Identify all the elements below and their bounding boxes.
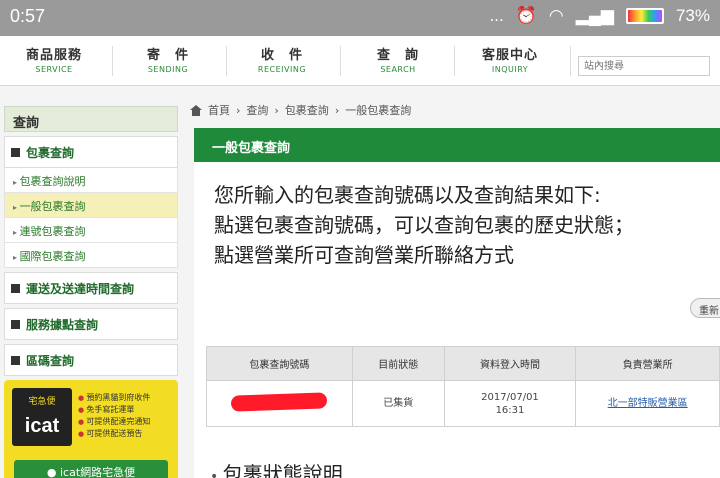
nav-sending-label: 寄 件 (146, 48, 189, 63)
col-login-time: 資料登入時間 (443, 346, 577, 381)
intro-text: 您所輸入的包裹查詢號碼以及查詢結果如下: 點選包裹查詢號碼，可以查詢包裹的歷史狀… (214, 180, 634, 270)
sidebar-group-label: 區碼查詢 (26, 353, 75, 368)
signal-icon: ▂▄▆ (575, 6, 614, 25)
sidebar-item-intl-query[interactable]: 國際包裹查詢 (4, 243, 178, 268)
office-cell: 北一部特販營業區 (575, 380, 720, 427)
nav-search-label: 查 詢 (376, 48, 419, 63)
sidebar-group-area-code[interactable]: 區碼查詢 (4, 344, 178, 376)
reset-button[interactable]: 重新 (690, 298, 720, 318)
intro-line: 點選包裹查詢號碼，可以查詢包裹的歷史狀態； (214, 213, 634, 237)
alarm-icon: ⏰ (515, 6, 537, 25)
logo-text: icat (24, 415, 60, 437)
battery-icon (625, 8, 664, 24)
status-description-heading: 包裹狀態說明 (210, 458, 343, 478)
nav-search-en: SEARCH (380, 65, 416, 74)
chevron-right-icon: › (334, 103, 340, 117)
sidebar-group-label: 服務據點查詢 (26, 317, 99, 332)
home-icon (190, 104, 202, 116)
login-time: 16:31 (495, 404, 525, 416)
nav-service-label: 商品服務 (25, 48, 82, 63)
breadcrumb-package-query[interactable]: 包裹查詢 (285, 102, 329, 118)
nav-receiving-label: 收 件 (260, 48, 303, 63)
icat-online-button[interactable]: ● icat網路宅急便 (14, 460, 168, 478)
status-bar: 0:57 ... ⏰ ◠ ▂▄▆ 73% (0, 0, 720, 36)
icat-promo-banner[interactable]: 宅急便 icat 預約黑貓到府收件 免手寫託運單 可提供配達完通知 可提供配送預… (4, 380, 178, 478)
expand-icon (11, 319, 20, 329)
nav-search[interactable]: 查 詢 SEARCH (348, 44, 448, 74)
brand-name: 宅急便 (28, 397, 56, 407)
intro-line: 您所輸入的包裹查詢號碼以及查詢結果如下: (214, 183, 601, 207)
collapse-icon (11, 147, 20, 157)
icat-button-label: icat網路宅急便 (59, 466, 136, 478)
promo-bullets: 預約黑貓到府收件 免手寫託運單 可提供配達完通知 可提供配送預告 (78, 392, 150, 440)
sidebar-item-serial-query[interactable]: 連號包裹查詢 (4, 218, 178, 243)
sidebar-group-package-query[interactable]: 包裹查詢 (4, 136, 178, 168)
breadcrumb-home[interactable]: 首頁 (208, 102, 230, 118)
intro-line: 點選營業所可查詢營業所聯絡方式 (214, 243, 514, 267)
nav-inquiry-label: 客服中心 (481, 48, 538, 63)
sidebar-group-locations[interactable]: 服務據點查詢 (4, 308, 178, 340)
sidebar-group-delivery-time[interactable]: 運送及送達時間查詢 (4, 272, 178, 304)
more-dots: ... (489, 6, 504, 25)
nav-service[interactable]: 商品服務 SERVICE (4, 44, 104, 74)
breadcrumb-current: 一般包裹查詢 (345, 104, 412, 117)
sidebar-group-label: 包裹查詢 (26, 145, 75, 160)
clock: 0:57 (10, 6, 46, 26)
sidebar-group-label: 運送及送達時間查詢 (26, 281, 135, 296)
breadcrumb-query[interactable]: 查詢 (246, 102, 268, 118)
nav-inquiry-en: INQUIRY (491, 65, 529, 74)
promo-bullet: 可提供配送預告 (78, 428, 150, 440)
expand-icon (11, 283, 20, 293)
expand-icon (11, 355, 20, 365)
status-cell: 已集貨 (351, 380, 445, 427)
login-time-cell: 2017/07/01 16:31 (443, 380, 577, 427)
sidebar-title: 查詢 (4, 106, 178, 132)
promo-bullet: 預約黑貓到府收件 (78, 392, 150, 404)
nav-receiving-en: RECEIVING (257, 65, 307, 74)
office-link[interactable]: 北一部特販營業區 (608, 398, 688, 409)
col-tracking-number: 包裹查詢號碼 (206, 346, 353, 381)
panel-title: 一般包裹查詢 (194, 128, 720, 162)
results-table: 包裹查詢號碼 目前狀態 資料登入時間 負責營業所 已集貨 2017/07/01 … (206, 346, 720, 427)
nav-inquiry[interactable]: 客服中心 INQUIRY (460, 44, 560, 74)
sidebar-item-general-query[interactable]: 一般包裹查詢 (4, 193, 178, 218)
breadcrumb: 首頁 › 查詢 › 包裹查詢 › 一般包裹查詢 (190, 102, 411, 118)
redaction-mark (231, 391, 328, 412)
sidebar-item-query-help[interactable]: 包裹查詢說明 (4, 168, 178, 193)
promo-bullet: 免手寫託運單 (78, 404, 150, 416)
battery-level: 73% (675, 6, 710, 25)
col-office: 負責營業所 (575, 346, 720, 381)
nav-sending-en: SENDING (147, 65, 189, 74)
chevron-right-icon: › (274, 103, 279, 117)
wifi-icon: ◠ (548, 6, 564, 25)
nav-service-en: SERVICE (35, 65, 73, 74)
site-search-input[interactable] (578, 56, 710, 76)
icat-logo: 宅急便 icat (12, 388, 72, 446)
main-panel: 一般包裹查詢 您所輸入的包裹查詢號碼以及查詢結果如下: 點選包裹查詢號碼，可以查… (194, 128, 720, 478)
login-date: 2017/07/01 (481, 391, 539, 403)
tracking-number-cell[interactable] (206, 380, 353, 427)
col-status: 目前狀態 (351, 346, 445, 381)
table-header-row: 包裹查詢號碼 目前狀態 資料登入時間 負責營業所 (206, 346, 720, 381)
nav-sending[interactable]: 寄 件 SENDING (118, 44, 218, 74)
promo-bullet: 可提供配達完通知 (78, 416, 150, 428)
table-row: 已集貨 2017/07/01 16:31 北一部特販營業區 (206, 380, 720, 427)
sidebar: 查詢 包裹查詢 包裹查詢說明 一般包裹查詢 連號包裹查詢 國際包裹查詢 運送及送… (4, 106, 178, 376)
chevron-right-icon: › (236, 103, 241, 117)
nav-receiving[interactable]: 收 件 RECEIVING (232, 44, 332, 74)
